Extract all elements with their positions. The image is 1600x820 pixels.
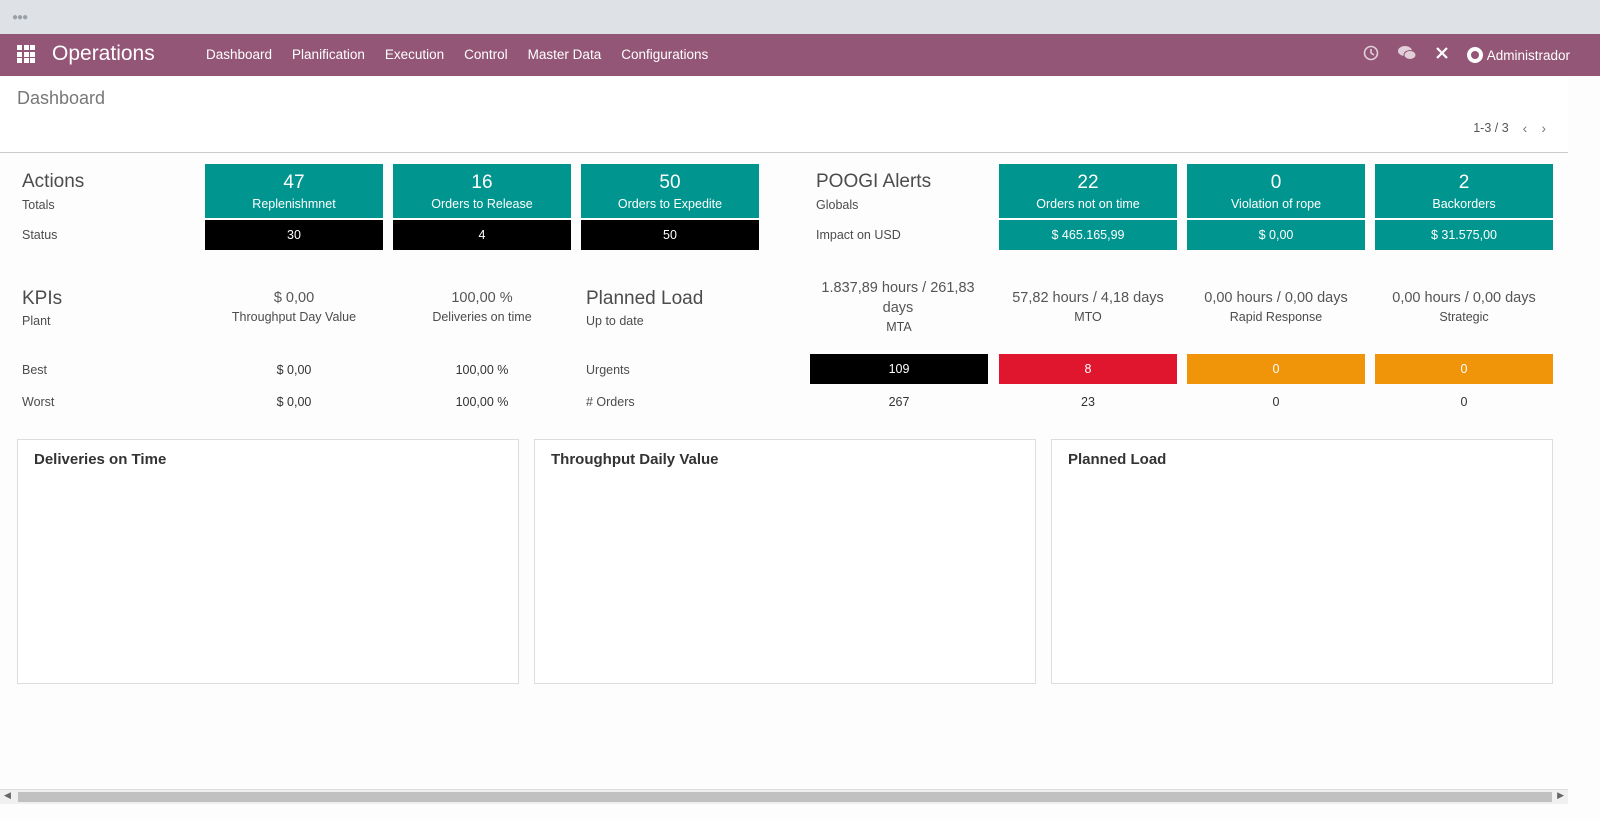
user-menu[interactable]: Administrador [1466, 47, 1570, 63]
tile-replenishment[interactable]: 47 Replenishmnet [205, 164, 383, 218]
chevron-left-icon[interactable]: ‹ [1523, 120, 1528, 136]
impact-orders-not-on-time[interactable]: $ 465.165,99 [999, 220, 1177, 250]
kpi-throughput-best: $ 0,00 [276, 363, 312, 377]
app-title[interactable]: Operations [52, 42, 155, 66]
menu-planification[interactable]: Planification [282, 34, 375, 76]
tile-value: 2 [1458, 172, 1470, 193]
kpis-best-label: Best [22, 363, 48, 377]
menu-dashboard[interactable]: Dashboard [196, 34, 282, 76]
tile-value: 50 [659, 172, 681, 193]
load-mta-value: 1.837,89 hours / 261,83 [821, 280, 975, 296]
urgents-rapid-response[interactable]: 0 [1187, 354, 1365, 384]
top-menu: Dashboard Planification Execution Contro… [196, 34, 718, 76]
urgents-label: Urgents [586, 363, 630, 377]
load-strategic-label: Strategic [1439, 310, 1489, 324]
user-name: Administrador [1486, 47, 1570, 63]
kpis-worst-label: Worst [22, 395, 55, 409]
main-navbar: Operations Dashboard Planification Execu… [0, 34, 1600, 76]
panel-deliveries-on-time: Deliveries on Time [17, 439, 519, 684]
actions-totals-label: Totals [22, 198, 55, 212]
load-mto-label: MTO [1074, 310, 1102, 324]
apps-menu-icon[interactable] [17, 45, 35, 63]
urgents-mto[interactable]: 8 [999, 354, 1177, 384]
panel-title: Throughput Daily Value [551, 451, 719, 468]
kpi-deliveries-best: 100,00 % [455, 363, 509, 377]
tile-label: Orders to Release [431, 197, 533, 211]
orders-mto: 23 [1081, 395, 1095, 409]
load-mta-value-days: days [882, 300, 914, 316]
chat-icon[interactable] [1397, 45, 1417, 65]
tile-label: Violation of rope [1230, 197, 1322, 211]
kpis-plant-label: Plant [22, 314, 51, 328]
tile-value: 16 [471, 172, 493, 193]
panel-title: Planned Load [1068, 451, 1167, 468]
kpi-deliveries-worst: 100,00 % [455, 395, 509, 409]
orders-strategic: 0 [1460, 395, 1468, 409]
horizontal-scrollbar[interactable]: ◀ ▶ [0, 789, 1568, 804]
scroll-left-icon[interactable]: ◀ [4, 790, 11, 801]
kpi-throughput-worst: $ 0,00 [276, 395, 312, 409]
impact-violation-of-rope[interactable]: $ 0,00 [1187, 220, 1365, 250]
planned-load-subtitle: Up to date [586, 314, 644, 328]
menu-execution[interactable]: Execution [375, 34, 454, 76]
load-strategic-value: 0,00 hours / 0,00 days [1392, 290, 1536, 306]
breadcrumb: Dashboard [17, 88, 106, 108]
kpi-deliveries-value: 100,00 % [451, 290, 513, 306]
pager: 1-3 / 3 ‹ › [1473, 120, 1546, 136]
tile-backorders[interactable]: 2 Backorders [1375, 164, 1553, 218]
chevron-right-icon[interactable]: › [1541, 120, 1546, 136]
tile-value: 0 [1270, 172, 1282, 193]
load-mto-value: 57,82 hours / 4,18 days [1012, 290, 1164, 306]
tile-label: Replenishmnet [252, 197, 336, 211]
menu-master-data[interactable]: Master Data [518, 34, 612, 76]
poogi-impact-label: Impact on USD [816, 228, 901, 242]
orders-rapid-response: 0 [1272, 395, 1280, 409]
pager-value[interactable]: 1-3 / 3 [1473, 121, 1508, 135]
panel-planned-load: Planned Load [1051, 439, 1553, 684]
tile-value: 22 [1077, 172, 1099, 193]
tile-value: 47 [283, 172, 305, 193]
poogi-globals-label: Globals [816, 198, 859, 212]
scroll-right-icon[interactable]: ▶ [1557, 790, 1564, 801]
avatar [1466, 47, 1483, 63]
tile-orders-to-expedite[interactable]: 50 Orders to Expedite [581, 164, 759, 218]
menu-control[interactable]: Control [454, 34, 518, 76]
urgents-mta[interactable]: 109 [810, 354, 988, 384]
panel-throughput-daily-value: Throughput Daily Value [534, 439, 1036, 684]
tile-orders-not-on-time[interactable]: 22 Orders not on time [999, 164, 1177, 218]
poogi-title: POOGI Alerts [816, 171, 932, 192]
load-mta-label: MTA [886, 320, 912, 334]
menu-configurations[interactable]: Configurations [611, 34, 718, 76]
status-orders-to-expedite[interactable]: 50 [581, 220, 759, 250]
status-orders-to-release[interactable]: 4 [393, 220, 571, 250]
scroll-thumb[interactable] [18, 792, 1552, 802]
window-controls-icon[interactable]: ●●● [12, 12, 28, 23]
kpi-throughput-label: Throughput Day Value [231, 310, 357, 324]
tile-orders-to-release[interactable]: 16 Orders to Release [393, 164, 571, 218]
kpis-title: KPIs [22, 288, 63, 309]
tile-label: Orders to Expedite [617, 197, 723, 211]
dashboard-content: Actions Totals Status 47 Replenishmnet 1… [0, 153, 1568, 789]
status-replenishment[interactable]: 30 [205, 220, 383, 250]
systray: Administrador [1345, 34, 1570, 76]
browser-bar: ●●● [0, 0, 1600, 34]
load-rapid-response-value: 0,00 hours / 0,00 days [1204, 290, 1348, 306]
impact-backorders[interactable]: $ 31.575,00 [1375, 220, 1553, 250]
control-panel: Dashboard 1-3 / 3 ‹ › [0, 76, 1568, 153]
orders-mta: 267 [888, 395, 910, 409]
actions-title: Actions [22, 171, 85, 192]
urgents-strategic[interactable]: 0 [1375, 354, 1553, 384]
tile-violation-of-rope[interactable]: 0 Violation of rope [1187, 164, 1365, 218]
kpi-deliveries-label: Deliveries on time [432, 310, 532, 324]
orders-label: # Orders [586, 395, 635, 409]
panel-title: Deliveries on Time [34, 451, 167, 468]
close-icon[interactable] [1435, 46, 1449, 64]
tile-label: Orders not on time [1036, 197, 1140, 211]
planned-load-title: Planned Load [586, 288, 704, 309]
tile-label: Backorders [1432, 197, 1496, 211]
clock-icon[interactable] [1363, 45, 1379, 65]
kpi-throughput-value: $ 0,00 [273, 290, 315, 306]
actions-status-label: Status [22, 228, 58, 242]
load-rapid-response-label: Rapid Response [1229, 310, 1323, 324]
